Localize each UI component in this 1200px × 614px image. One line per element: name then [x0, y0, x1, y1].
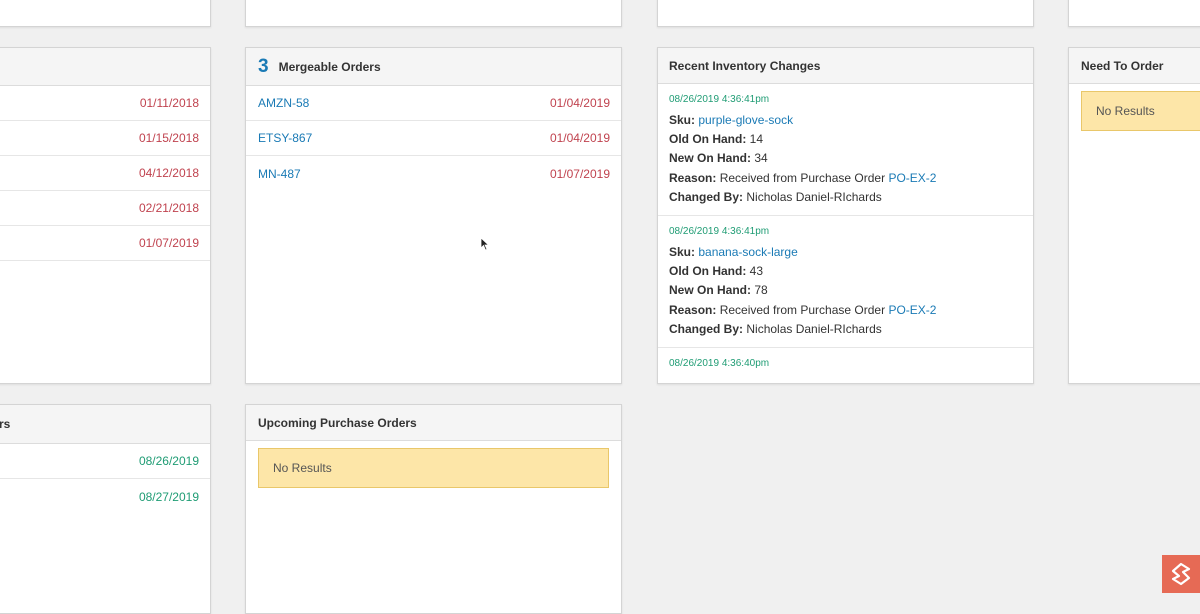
panel-title: Recent Inventory Changes	[669, 58, 821, 73]
purchase-order-link[interactable]: PO-EX-2	[888, 171, 936, 185]
sku-link[interactable]: purple-glove-sock	[698, 113, 793, 127]
panel-header: Recent Inventory Changes	[658, 48, 1033, 84]
table-row[interactable]: ETSY-867 01/04/2019	[246, 121, 621, 156]
old-on-hand-label: Old On Hand:	[669, 132, 747, 147]
table-row[interactable]: 01/11/2018	[0, 86, 210, 121]
recent-inventory-changes-panel: Recent Inventory Changes 08/26/2019 4:36…	[657, 47, 1034, 384]
no-results-alert: No Results	[258, 448, 609, 488]
changed-by-label: Changed By:	[669, 189, 744, 204]
change-reason-line: Reason: Received from Purchase Order PO-…	[669, 169, 1022, 188]
row-date: 08/26/2019	[138, 454, 199, 468]
order-link[interactable]: ETSY-867	[258, 131, 312, 145]
row-date: 08/27/2019	[138, 489, 199, 504]
change-old-line: Old On Hand: 14	[669, 130, 1022, 149]
reason-text: Received from Purchase Order	[719, 170, 886, 185]
old-on-hand-value: 43	[749, 264, 764, 279]
need-to-order-panel: Need To Order No Results	[1068, 47, 1200, 384]
table-row[interactable]: 02/21/2018	[0, 191, 210, 226]
panel-title: Need To Order	[1081, 58, 1164, 73]
table-row[interactable]: 04/12/2018	[0, 156, 210, 191]
reason-text: Received from Purchase Order	[719, 302, 886, 317]
inventory-change-item: 08/26/2019 4:36:41pm Sku: banana-sock-la…	[658, 216, 1033, 348]
old-on-hand-value: 14	[749, 132, 764, 147]
left-orders-panel: 01/11/2018 01/15/2018 04/12/2018 02/21/2…	[0, 47, 211, 384]
new-on-hand-value: 34	[754, 151, 768, 166]
brand-logo-icon	[1162, 555, 1200, 593]
change-timestamp: 08/26/2019 4:36:40pm	[669, 358, 770, 369]
panel-top-stub-3	[657, 0, 1034, 27]
sku-link[interactable]: banana-sock-large	[698, 245, 797, 259]
panel-title: Upcoming Purchase Orders	[258, 415, 417, 430]
upcoming-purchase-orders-panel: Upcoming Purchase Orders No Results	[245, 404, 622, 614]
inventory-change-item: 08/26/2019 4:36:40pm	[658, 348, 1033, 383]
new-on-hand-value: 78	[754, 283, 768, 298]
table-row[interactable]: 01/07/2019	[0, 226, 210, 261]
panel-top-stub-4	[1068, 0, 1200, 27]
panel-header: rs	[0, 405, 210, 444]
sku-label: Sku:	[669, 113, 696, 127]
mouse-cursor-icon	[480, 237, 490, 251]
panel-title: rs	[0, 417, 11, 431]
no-results-text: No Results	[273, 461, 332, 475]
table-row[interactable]: 08/26/2019	[0, 444, 210, 479]
inventory-change-item: 08/26/2019 4:36:41pm Sku: purple-glove-s…	[658, 84, 1033, 216]
row-date: 01/07/2019	[549, 166, 610, 181]
panel-header	[0, 48, 210, 86]
change-new-line: New On Hand: 78	[669, 281, 1022, 300]
row-date: 01/07/2019	[138, 236, 199, 250]
reason-label: Reason:	[669, 170, 717, 185]
change-old-line: Old On Hand: 43	[669, 262, 1022, 281]
panel-header: 3 Mergeable Orders	[246, 48, 621, 86]
change-sku-line: Sku: purple-glove-sock	[669, 111, 1022, 130]
no-results-text: No Results	[1096, 104, 1155, 118]
panel-top-stub-1	[0, 0, 211, 27]
table-row[interactable]: 01/15/2018	[0, 121, 210, 156]
change-by-line: Changed By: Nicholas Daniel-RIchards	[669, 188, 1022, 207]
no-results-alert: No Results	[1081, 91, 1200, 131]
order-link[interactable]: AMZN-58	[258, 96, 309, 110]
panel-header: Upcoming Purchase Orders	[246, 405, 621, 441]
changed-by-value: Nicholas Daniel-RIchards	[746, 189, 882, 204]
change-by-line: Changed By: Nicholas Daniel-RIchards	[669, 320, 1022, 339]
change-sku-line: Sku: banana-sock-large	[669, 243, 1022, 262]
change-timestamp: 08/26/2019 4:36:41pm	[669, 94, 770, 105]
left-bottom-panel: rs 08/26/2019 08/27/2019	[0, 404, 211, 614]
mergeable-orders-panel: 3 Mergeable Orders AMZN-58 01/04/2019 ET…	[245, 47, 622, 384]
table-row[interactable]: MN-487 01/07/2019	[246, 156, 621, 191]
old-on-hand-label: Old On Hand:	[669, 264, 747, 279]
table-row[interactable]: 08/27/2019	[0, 479, 210, 514]
change-timestamp: 08/26/2019 4:36:41pm	[669, 226, 770, 237]
panel-top-stub-2	[245, 0, 622, 27]
changed-by-label: Changed By:	[669, 321, 744, 336]
new-on-hand-label: New On Hand:	[669, 151, 752, 166]
row-date: 01/15/2018	[138, 131, 199, 145]
purchase-order-link[interactable]: PO-EX-2	[888, 303, 936, 317]
changed-by-value: Nicholas Daniel-RIchards	[746, 321, 882, 336]
new-on-hand-label: New On Hand:	[669, 283, 752, 298]
panel-title: Mergeable Orders	[278, 59, 381, 74]
panel-header: Need To Order	[1069, 48, 1200, 84]
mergeable-count: 3	[258, 55, 269, 77]
reason-label: Reason:	[669, 302, 717, 317]
order-link[interactable]: MN-487	[258, 167, 301, 181]
row-date: 04/12/2018	[138, 166, 199, 180]
sku-label: Sku:	[669, 245, 696, 259]
row-date: 01/04/2019	[549, 131, 610, 145]
row-date: 01/11/2018	[139, 96, 199, 110]
table-row[interactable]: AMZN-58 01/04/2019	[246, 86, 621, 121]
row-date: 01/04/2019	[549, 96, 610, 110]
change-new-line: New On Hand: 34	[669, 149, 1022, 168]
row-date: 02/21/2018	[138, 201, 199, 215]
change-reason-line: Reason: Received from Purchase Order PO-…	[669, 301, 1022, 320]
